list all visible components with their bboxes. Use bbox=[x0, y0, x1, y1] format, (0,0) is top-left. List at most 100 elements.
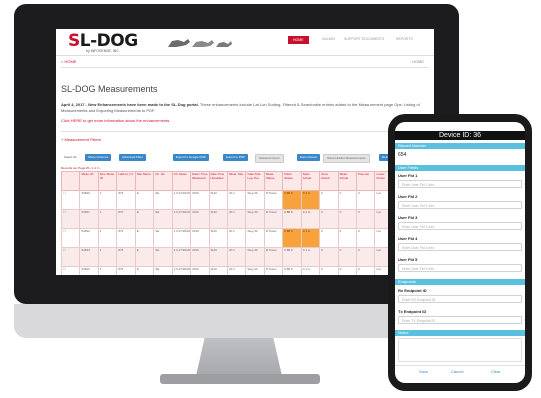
show-hidden-select[interactable]: Show Hidden Measurements bbox=[323, 154, 370, 163]
table-row[interactable]: ☐548311876ESE1.0.27/30/20172016SHO20.1Sl… bbox=[60, 209, 431, 229]
column-header[interactable]: Lat/Lon (Y) bbox=[116, 171, 136, 191]
row-checkbox[interactable]: ☐ bbox=[60, 209, 81, 229]
table-cell: R Tower bbox=[263, 209, 284, 229]
table-cell: 0 bbox=[319, 228, 339, 248]
clear-button[interactable]: Clear bbox=[491, 369, 501, 374]
column-header[interactable]: Sens Actual bbox=[319, 171, 339, 191]
endpoints-section: Endpoints bbox=[395, 279, 525, 285]
table-row[interactable]: ☐548321876ESE1.0.27/30/20172016SHO20.1Sl… bbox=[60, 228, 431, 248]
user-fld-4-label: User Fld 4 bbox=[398, 236, 418, 241]
pagination[interactable]: Records per Page 20 ‹ 1 2 3 › bbox=[61, 166, 101, 170]
table-cell: 0.88 ft bbox=[282, 209, 302, 229]
table-cell: 0 bbox=[355, 190, 376, 210]
breadcrumb[interactable]: > HOME bbox=[61, 59, 76, 64]
table-row[interactable]: ☐548341876ESE1.0.27/30/20172016SHO20.1Sl… bbox=[60, 247, 431, 267]
row-checkbox[interactable]: ☐ bbox=[60, 247, 81, 267]
table-cell: E bbox=[134, 190, 155, 210]
export-google-button[interactable]: Export to Google KMZ bbox=[173, 154, 209, 161]
column-header[interactable]: Date / Time Measured bbox=[190, 171, 210, 191]
row-checkbox[interactable]: ☐ bbox=[60, 266, 81, 275]
column-header[interactable]: Site Name bbox=[134, 171, 155, 191]
table-cell: 20.1 bbox=[226, 190, 247, 210]
table-cell: 876 bbox=[116, 209, 136, 229]
enhancements-link[interactable]: Click HERE to get more information about… bbox=[61, 118, 170, 123]
column-header[interactable] bbox=[60, 171, 81, 191]
cancel-button[interactable]: Cancel bbox=[451, 369, 463, 374]
user-fld-2-label: User Fld 2 bbox=[398, 194, 418, 199]
table-cell: R Tower bbox=[263, 190, 284, 210]
selected-count-select[interactable]: Selected Count bbox=[255, 154, 284, 163]
column-header[interactable]: Meas. Actual bbox=[337, 171, 358, 191]
user-fld-5-input[interactable]: Enter User Fld 5 Info bbox=[398, 264, 522, 272]
column-header[interactable]: Meas. ID bbox=[79, 171, 99, 191]
breadcrumb-right[interactable]: HOME bbox=[412, 59, 424, 64]
table-cell: 54834 bbox=[79, 247, 99, 267]
column-header[interactable]: Span Actual bbox=[300, 171, 321, 191]
export-excel-button[interactable]: Export Excel bbox=[297, 154, 320, 161]
table-cell: 0.88 ft bbox=[282, 266, 302, 275]
save-button[interactable]: Save bbox=[419, 369, 428, 374]
user-fields-section: User Fields bbox=[395, 165, 525, 171]
nav-home[interactable]: HOME bbox=[288, 36, 309, 44]
advanced-filter-button[interactable]: Advanced Filter bbox=[119, 154, 146, 161]
measurement-filters-toggle[interactable]: + Measurement Filters bbox=[61, 137, 101, 142]
column-header[interactable]: Flash Status bbox=[282, 171, 302, 191]
row-checkbox[interactable]: ☐ bbox=[60, 190, 81, 210]
column-header[interactable]: Ch. Meas. bbox=[171, 171, 192, 191]
divider bbox=[395, 365, 525, 366]
table-cell: 0.88 ft bbox=[282, 228, 302, 248]
export-pdf-button[interactable]: Export to PDF bbox=[223, 154, 248, 161]
table-cell: 0 bbox=[355, 209, 376, 229]
table-cell: 876 bbox=[116, 266, 136, 275]
user-fld-3-label: User Fld 3 bbox=[398, 215, 418, 220]
column-header[interactable]: Ch. No bbox=[153, 171, 173, 191]
notes-textarea[interactable] bbox=[398, 338, 522, 362]
table-cell: SE bbox=[153, 190, 173, 210]
column-header[interactable]: Pole Lat bbox=[355, 171, 376, 191]
table-cell: 0 bbox=[319, 266, 339, 275]
site-logo[interactable]: SL-DOG bbox=[68, 31, 138, 51]
table-cell: 0 bbox=[319, 209, 339, 229]
user-fld-1-label: User Fld 1 bbox=[398, 173, 418, 178]
user-fld-3-input[interactable]: Enter User Fld 3 Info bbox=[398, 222, 522, 230]
table-row[interactable]: ☐548291876ESE1.0.27/30/20172016SHO20.1Sl… bbox=[60, 190, 431, 210]
table-cell: 2016 bbox=[190, 247, 210, 267]
announcement-text: April 4, 2017 - New Enhancements have be… bbox=[61, 102, 429, 114]
table-cell: 2016 bbox=[190, 228, 210, 248]
record-number-section: Record Number bbox=[395, 143, 525, 149]
table-cell: 0.1 m bbox=[300, 209, 321, 229]
nav-salmig[interactable]: SALMIG bbox=[322, 37, 335, 41]
device-title: Device ID: 36 bbox=[395, 131, 525, 140]
table-cell: 0 bbox=[337, 266, 358, 275]
nav-support-documents[interactable]: SUPPORT DOCUMENTS bbox=[344, 37, 384, 41]
nav-reports[interactable]: REPORTS bbox=[396, 37, 413, 41]
table-cell: Sleg 30 bbox=[245, 190, 265, 210]
column-header[interactable]: Meas. Site bbox=[226, 171, 247, 191]
tx-endpoint-input[interactable]: Enter TX Endpoint ID bbox=[398, 316, 522, 324]
phone: Device ID: 36 Record Number 654 User Fie… bbox=[388, 114, 532, 391]
table-cell: SHO bbox=[208, 247, 228, 267]
table-row[interactable]: ☐548361876ESE1.0.27/30/20172016SHO20.1Sl… bbox=[60, 266, 431, 275]
user-fld-4-input[interactable]: Enter User Fld 4 Info bbox=[398, 243, 522, 251]
monitor-screen: SL-DOG by INFOSENSE, INC. HOME SALMIG SU… bbox=[56, 29, 434, 275]
column-header[interactable]: Meas. Status bbox=[263, 171, 284, 191]
monitor-base bbox=[160, 374, 320, 384]
row-checkbox[interactable]: ☐ bbox=[60, 228, 81, 248]
monitor-stand bbox=[196, 338, 282, 376]
table-cell: 1.0.27/30/2017 bbox=[171, 209, 192, 229]
measurements-table: Meas. ID Dev. Meas. ID Lat/Lon (Y) Site Nam… bbox=[60, 171, 431, 275]
table-cell: Sleg 30 bbox=[245, 247, 265, 267]
user-fld-1-input[interactable]: Enter User Fld 1 Info bbox=[398, 180, 522, 188]
column-header[interactable]: Dev. Meas. ID bbox=[97, 171, 118, 191]
table-cell: 1 bbox=[97, 228, 118, 248]
user-fld-2-input[interactable]: Enter User Fld 2 Info bbox=[398, 201, 522, 209]
select-all-checkbox[interactable]: Select All bbox=[61, 154, 79, 161]
table-cell: 20.1 bbox=[226, 228, 247, 248]
column-header[interactable]: Date Time Uploaded bbox=[208, 171, 228, 191]
column-header[interactable]: Gate Tide Lng. Pol bbox=[245, 171, 265, 191]
table-cell: 0 bbox=[355, 228, 376, 248]
show-columns-button[interactable]: Show Columns bbox=[85, 154, 112, 161]
table-cell: 0 bbox=[337, 190, 358, 210]
table-cell: SE bbox=[153, 247, 173, 267]
rx-endpoint-input[interactable]: Enter RX Endpoint ID bbox=[398, 295, 522, 303]
